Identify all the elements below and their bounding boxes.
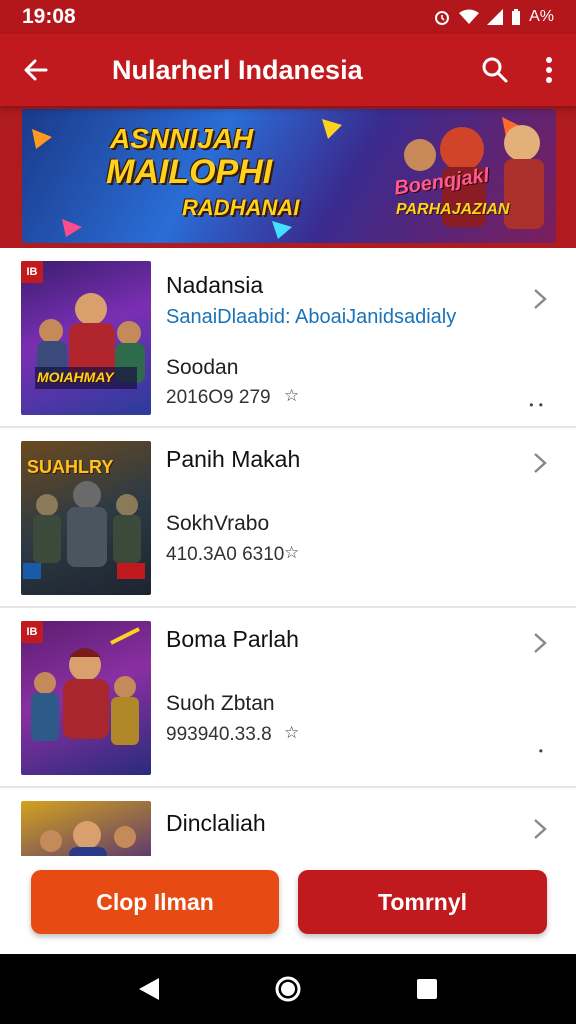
nav-home-button[interactable] (258, 959, 318, 1019)
game-title: Nadansia (166, 272, 264, 298)
more-options-button[interactable] (522, 34, 576, 106)
banner-logo-subtext: PARHAJAZIAN (396, 201, 510, 218)
game-title: Dinclaliah (166, 810, 266, 836)
list-item[interactable]: IB Boma Parlah Suoh Zbtan 993940.33.8 ☆ … (0, 608, 576, 788)
nav-back-button[interactable] (119, 959, 179, 1019)
game-thumbnail: IB MOIAHMAY (21, 261, 151, 415)
status-icons: A% (433, 8, 554, 26)
game-title: Boma Parlah (166, 626, 299, 652)
nav-recents-button[interactable] (397, 959, 457, 1019)
wifi-icon (459, 9, 480, 25)
game-thumbnail: IB (21, 621, 151, 775)
more-dots-icon[interactable]: • (539, 744, 544, 758)
primary-action-button[interactable]: Clop Ilman (31, 870, 279, 934)
chevron-right-icon (534, 289, 547, 309)
chevron-right-icon (534, 633, 547, 653)
game-title: Panih Makah (166, 446, 301, 472)
star-icon: ☆ (284, 386, 300, 405)
game-subtitle-link[interactable]: SanaiDlaabid: AboaiJanidsadialy (166, 306, 456, 329)
secondary-action-button[interactable]: Tomrnyl (298, 870, 547, 934)
game-category: Suoh Zbtan (166, 692, 275, 715)
battery-icon (511, 9, 521, 25)
download-count: 2016O9 279 (166, 387, 271, 408)
banner-heading-line2: MAILOPHI (106, 153, 273, 191)
banner-heading-line1: ASNNIJAH (110, 123, 254, 154)
recents-square-icon (416, 979, 437, 999)
thumbnail-title: MOIAHMAY (37, 369, 114, 385)
chevron-right-icon (534, 453, 547, 473)
list-item[interactable]: IB MOIAHMAY Nadansia SanaiDlaabid: Aboai… (0, 248, 576, 428)
back-arrow-icon (24, 59, 48, 81)
status-time: 19:08 (22, 5, 76, 28)
game-thumbnail: SUAHLRY (21, 441, 151, 595)
game-category: SokhVrabo (166, 512, 270, 535)
back-triangle-icon (139, 978, 160, 1000)
thumbnail-art (31, 627, 140, 745)
battery-text: A% (529, 8, 554, 25)
thumbnail-art (35, 293, 145, 389)
banner-heading-line3: RADHANAI (182, 195, 300, 220)
more-dots-icon[interactable]: • • (529, 398, 544, 412)
system-nav-bar (0, 954, 576, 1024)
star-icon: ☆ (284, 723, 300, 742)
download-count: 410.3A0 6310 (166, 544, 285, 565)
search-button[interactable] (468, 34, 522, 106)
status-bar: 19:08 A% (0, 0, 576, 34)
promo-banner[interactable]: ASNNIJAH MAILOPHI RADHANAI Boenqjakl PAR… (22, 109, 556, 243)
signal-icon (487, 9, 504, 25)
game-category: Soodan (166, 356, 239, 379)
download-count: 993940.33.8 (166, 724, 272, 745)
back-button[interactable] (0, 34, 72, 106)
banner-container: ASNNIJAH MAILOPHI RADHANAI Boenqjakl PAR… (0, 106, 576, 248)
bottom-actions: Clop Ilman Tomrnyl (0, 856, 576, 954)
new-badge: IB (21, 621, 43, 643)
list-item[interactable]: SUAHLRY Panih Makah SokhVrabo 410.3A0 63… (0, 428, 576, 608)
chevron-right-icon (534, 819, 547, 839)
thumbnail-title: SUAHLRY (27, 457, 114, 477)
new-badge: IB (21, 261, 43, 283)
alarm-icon (433, 8, 451, 26)
search-icon (482, 57, 508, 83)
page-title: Nularherl Indanesia (112, 54, 363, 85)
app-bar: Nularherl Indanesia (0, 34, 576, 106)
more-vert-icon (546, 57, 552, 83)
home-circle-icon (275, 976, 301, 1002)
star-icon: ☆ (284, 543, 300, 562)
